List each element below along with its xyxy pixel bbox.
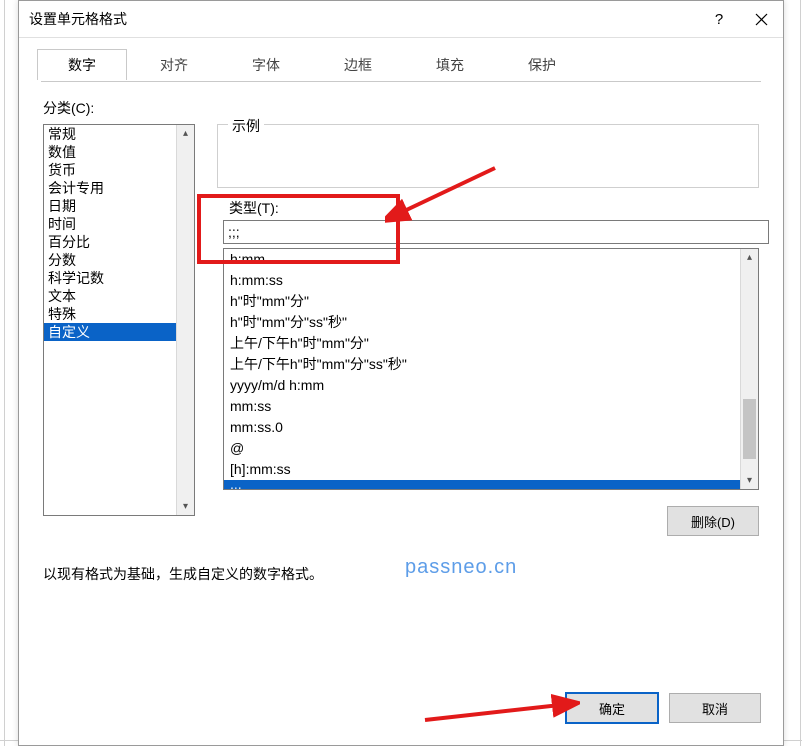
type-label: 类型(T): <box>229 198 279 218</box>
format-listbox[interactable]: h:mm h:mm:ss h"时"mm"分" h"时"mm"分"ss"秒" 上午… <box>223 248 759 490</box>
list-item[interactable]: 上午/下午h"时"mm"分" <box>224 333 741 354</box>
list-item[interactable]: 分数 <box>44 251 194 269</box>
list-item[interactable]: 数值 <box>44 143 194 161</box>
tab-font[interactable]: 字体 <box>221 49 311 80</box>
format-cells-dialog: 设置单元格格式 ? 数字 对齐 字体 边框 填充 保护 分类(C): 常规 数值… <box>18 0 784 746</box>
list-item[interactable]: 科学记数 <box>44 269 194 287</box>
scrollbar[interactable]: ▴ ▾ <box>176 125 194 515</box>
watermark-text: passneo.cn <box>405 556 517 579</box>
hint-text: 以现有格式为基础，生成自定义的数字格式。 <box>43 564 323 584</box>
ok-button[interactable]: 确定 <box>565 692 659 724</box>
scroll-up-icon[interactable]: ▴ <box>177 125 194 142</box>
list-item[interactable]: 文本 <box>44 287 194 305</box>
category-listbox[interactable]: 常规 数值 货币 会计专用 日期 时间 百分比 分数 科学记数 文本 特殊 自定… <box>43 124 195 516</box>
list-item[interactable]: 特殊 <box>44 305 194 323</box>
example-group: 示例 <box>217 124 759 188</box>
list-item[interactable]: 货币 <box>44 161 194 179</box>
list-item[interactable]: h"时"mm"分"ss"秒" <box>224 312 741 333</box>
close-icon <box>755 13 768 26</box>
category-label: 分类(C): <box>43 98 759 118</box>
close-button[interactable] <box>739 1 783 37</box>
type-input[interactable] <box>223 220 769 244</box>
list-item[interactable]: mm:ss.0 <box>224 417 741 438</box>
dialog-title: 设置单元格格式 <box>29 9 127 29</box>
titlebar: 设置单元格格式 ? <box>19 1 783 38</box>
tab-number[interactable]: 数字 <box>37 49 127 80</box>
list-item[interactable]: 常规 <box>44 125 194 143</box>
list-item[interactable]: 自定义 <box>44 323 194 341</box>
list-item[interactable]: yyyy/m/d h:mm <box>224 375 741 396</box>
cancel-button[interactable]: 取消 <box>669 693 761 723</box>
list-item[interactable]: [h]:mm:ss <box>224 459 741 480</box>
help-button[interactable]: ? <box>699 1 739 37</box>
list-item[interactable]: 会计专用 <box>44 179 194 197</box>
list-item[interactable]: h"时"mm"分" <box>224 291 741 312</box>
list-item[interactable]: mm:ss <box>224 396 741 417</box>
tab-content: 分类(C): 常规 数值 货币 会计专用 日期 时间 百分比 分数 科学记数 文… <box>19 80 783 681</box>
scrollbar-thumb[interactable] <box>743 399 756 459</box>
list-item[interactable]: h:mm:ss <box>224 270 741 291</box>
dialog-footer: 确定 取消 <box>19 681 783 745</box>
scroll-down-icon[interactable]: ▾ <box>177 498 194 515</box>
scroll-up-icon[interactable]: ▴ <box>741 249 758 266</box>
tab-fill[interactable]: 填充 <box>405 49 495 80</box>
tab-protection[interactable]: 保护 <box>497 49 587 80</box>
delete-button[interactable]: 删除(D) <box>667 506 759 536</box>
list-item[interactable]: ;;; <box>224 480 741 489</box>
tab-bar: 数字 对齐 字体 边框 填充 保护 <box>19 38 783 80</box>
scrollbar[interactable]: ▴ ▾ <box>740 249 758 489</box>
tab-alignment[interactable]: 对齐 <box>129 49 219 80</box>
list-item[interactable]: @ <box>224 438 741 459</box>
list-item[interactable]: 时间 <box>44 215 194 233</box>
list-item[interactable]: 百分比 <box>44 233 194 251</box>
example-label: 示例 <box>228 116 264 136</box>
list-item[interactable]: 日期 <box>44 197 194 215</box>
scroll-down-icon[interactable]: ▾ <box>741 472 758 489</box>
tab-border[interactable]: 边框 <box>313 49 403 80</box>
list-item[interactable]: h:mm <box>224 249 741 270</box>
list-item[interactable]: 上午/下午h"时"mm"分"ss"秒" <box>224 354 741 375</box>
